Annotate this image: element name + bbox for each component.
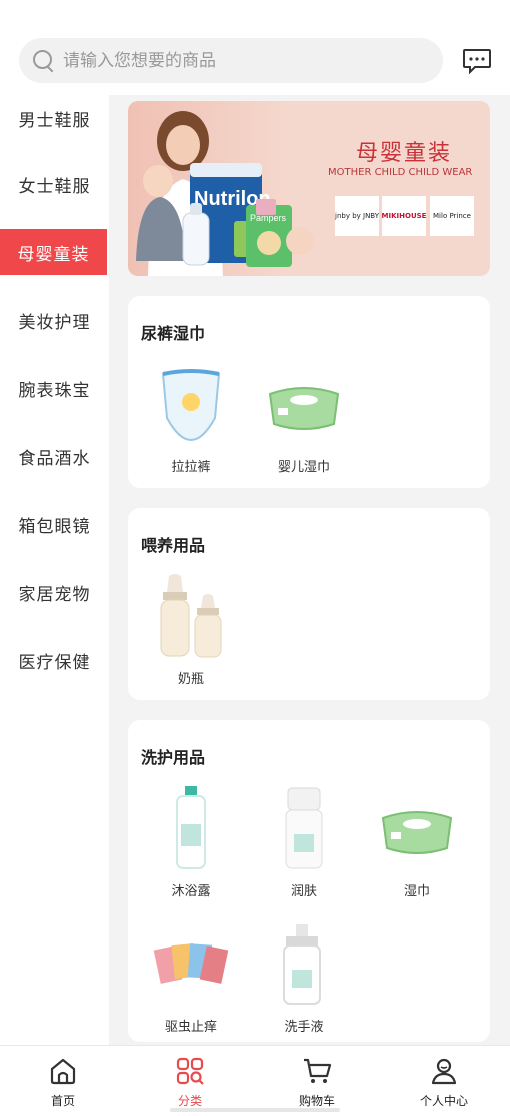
sidebar-item-womens[interactable]: 女士鞋服 [0, 161, 109, 207]
search-bar[interactable] [19, 38, 443, 83]
tab-profile[interactable]: 个人中心 [399, 1052, 489, 1112]
product-label: 润肤 [290, 884, 317, 899]
search-input[interactable] [63, 50, 423, 71]
header [0, 0, 510, 95]
home-icon [50, 1058, 76, 1085]
wipes-image [381, 811, 453, 854]
brand-logo-jnby: jnby by JNBY [335, 196, 379, 236]
product-label: 驱虫止痒 [164, 1020, 217, 1035]
section-feeding: 喂养用品 奶瓶 [128, 508, 490, 700]
product-item[interactable]: 洗手液 [254, 920, 354, 1042]
banner-image: Nutrilon Pampers [136, 111, 314, 276]
cart-icon [304, 1058, 332, 1083]
sidebar-item-mens[interactable]: 男士鞋服 [0, 95, 109, 141]
tab-label: 购物车 [298, 1094, 335, 1108]
sidebar-item-food[interactable]: 食品酒水 [0, 433, 109, 479]
hand-wash-image [283, 924, 321, 1005]
tab-category[interactable]: 分类 [145, 1052, 235, 1112]
sidebar-item-mother-baby[interactable]: 母婴童装 [0, 229, 107, 275]
body-wash-image [176, 786, 206, 869]
section-title: 洗护用品 [141, 748, 206, 767]
product-label: 奶瓶 [177, 672, 204, 687]
baby-wipes-image [268, 387, 340, 430]
message-icon[interactable] [462, 48, 492, 74]
tab-label: 个人中心 [419, 1094, 468, 1108]
product-item[interactable]: 奶瓶 [141, 572, 241, 694]
brand-logo-mikihouse: MIKIHOUSE [382, 196, 426, 236]
search-icon [33, 49, 55, 72]
sidebar-item-home[interactable]: 家居宠物 [0, 569, 109, 615]
product-item[interactable]: 驱虫止痒 [141, 920, 241, 1042]
tab-home[interactable]: 首页 [18, 1052, 108, 1112]
banner-subtitle: MOTHER CHILD CHILD WEAR [328, 167, 473, 178]
category-sidebar: 男士鞋服 女士鞋服 母婴童装 美妆护理 腕表珠宝 食品酒水 箱包眼镜 家居宠物 … [0, 95, 109, 1045]
banner-title: 母婴童装 [356, 141, 453, 166]
insect-relief-image [153, 942, 229, 984]
tab-label: 首页 [50, 1094, 75, 1108]
section-bath-care: 洗护用品 沐浴露 润肤 湿巾 驱虫止痒 洗手液 [128, 720, 490, 1042]
product-item[interactable]: 润肤 [254, 784, 354, 906]
product-label: 沐浴露 [171, 884, 211, 899]
bottom-tabbar: 首页 分类 购物车 个人中心 [0, 1045, 510, 1116]
category-content: Nutrilon Pampers 母婴童装 MOTHER CHILD CHILD… [109, 95, 510, 1045]
sidebar-item-health[interactable]: 医疗保健 [0, 637, 109, 683]
product-label: 洗手液 [284, 1020, 324, 1035]
sidebar-item-bags[interactable]: 箱包眼镜 [0, 501, 109, 547]
pull-up-diaper-image [161, 369, 221, 442]
section-title: 喂养用品 [141, 536, 206, 555]
product-label: 拉拉裤 [171, 460, 211, 475]
home-indicator [170, 1108, 340, 1112]
category-icon [176, 1057, 204, 1085]
product-item[interactable]: 沐浴露 [141, 784, 241, 906]
tab-label: 分类 [177, 1094, 202, 1108]
brand-logo-milo: Milo Prince [430, 196, 474, 236]
product-item[interactable]: 婴儿湿巾 [254, 360, 354, 482]
product-label: 婴儿湿巾 [277, 460, 330, 475]
lotion-image [285, 787, 323, 869]
sidebar-item-beauty[interactable]: 美妆护理 [0, 297, 109, 343]
category-banner[interactable]: Nutrilon Pampers 母婴童装 MOTHER CHILD CHILD… [128, 101, 490, 276]
product-item[interactable]: 湿巾 [367, 784, 467, 906]
product-label: 湿巾 [403, 884, 430, 899]
tab-cart[interactable]: 购物车 [272, 1052, 362, 1112]
feeding-bottle-image [160, 574, 222, 658]
sidebar-item-watches[interactable]: 腕表珠宝 [0, 365, 109, 411]
product-item[interactable]: 拉拉裤 [141, 360, 241, 482]
section-diapers: 尿裤湿巾 拉拉裤 婴儿湿巾 [128, 296, 490, 488]
section-title: 尿裤湿巾 [141, 324, 206, 343]
user-icon [431, 1058, 457, 1085]
